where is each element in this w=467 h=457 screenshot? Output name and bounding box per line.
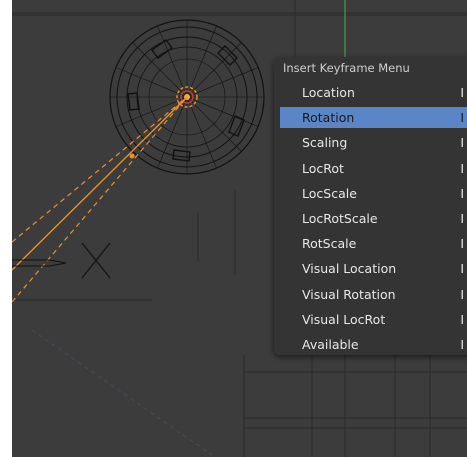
menu-item-shortcut: I xyxy=(460,286,464,302)
menu-item-label: LocScale xyxy=(302,185,357,201)
menu-item-visual-locrot[interactable]: Visual LocRot I xyxy=(280,309,467,330)
menu-item-visual-rotation[interactable]: Visual Rotation I xyxy=(280,284,467,305)
insert-keyframe-menu: Insert Keyframe Menu Location I Rotation I S… xyxy=(274,57,467,355)
menu-item-shortcut: I xyxy=(460,110,464,126)
menu-item-scaling[interactable]: Scaling I xyxy=(280,132,467,153)
menu-item-shortcut: I xyxy=(460,135,464,151)
menu-item-label: Available xyxy=(302,337,359,352)
3d-viewport[interactable]: Insert Keyframe Menu Location I Rotation I S… xyxy=(12,0,467,457)
camera-frustum-lines xyxy=(12,96,188,303)
camera-point[interactable] xyxy=(129,153,135,159)
menu-item-label: Visual Location xyxy=(302,261,397,277)
menu-item-label: Visual LocRot xyxy=(302,311,386,327)
menu-item-shortcut: I xyxy=(460,160,464,176)
menu-item-shortcut: I xyxy=(460,261,464,277)
menu-item-label: Visual Rotation xyxy=(302,286,396,302)
camera-triangle xyxy=(12,259,67,267)
menu-item-shortcut: I xyxy=(460,211,464,226)
menu-item-rotation[interactable]: Rotation I xyxy=(280,107,467,129)
menu-item-label: LocRot xyxy=(302,160,344,176)
screenshot: n t t g xyxy=(0,0,467,457)
menu-item-rotscale[interactable]: RotScale I xyxy=(280,233,467,254)
menu-title: Insert Keyframe Menu xyxy=(283,61,410,75)
menu-item-locrot[interactable]: LocRot I xyxy=(280,158,467,179)
menu-item-shortcut: I xyxy=(460,337,464,352)
menu-item-available[interactable]: Available I xyxy=(280,334,467,355)
menu-item-label: Location xyxy=(302,85,355,100)
cross-marker[interactable] xyxy=(81,242,111,279)
menu-item-label: Rotation xyxy=(302,110,355,126)
menu-item-locscale[interactable]: LocScale I xyxy=(280,183,467,204)
menu-item-location[interactable]: Location I xyxy=(280,82,467,103)
menu-item-shortcut: I xyxy=(460,85,464,100)
menu-item-label: RotScale xyxy=(302,236,357,252)
menu-item-shortcut: I xyxy=(460,236,464,252)
menu-item-label: Scaling xyxy=(302,135,348,151)
faint-guide-line xyxy=(31,329,213,456)
menu-item-shortcut: I xyxy=(460,311,464,327)
menu-item-locrotscale[interactable]: LocRotScale I xyxy=(280,208,467,229)
menu-item-visual-location[interactable]: Visual Location I xyxy=(280,258,467,279)
menu-item-shortcut: I xyxy=(460,185,464,201)
menu-item-label: LocRotScale xyxy=(302,211,378,226)
